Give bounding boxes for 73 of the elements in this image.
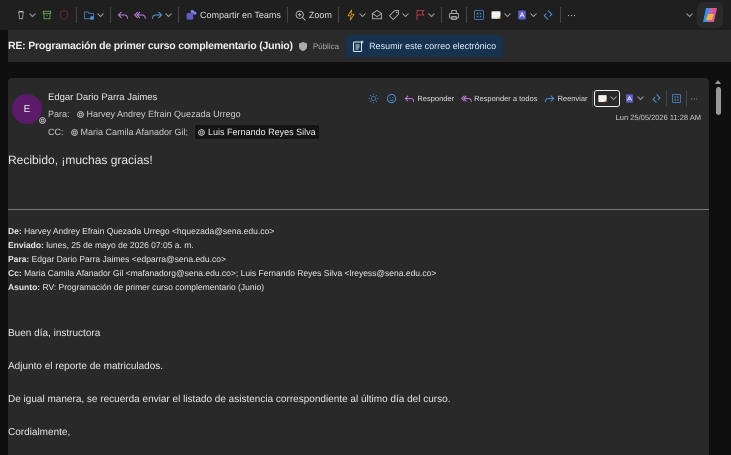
quoted-paragraph: Buen día, instructora [8, 328, 102, 339]
colorful-logo-icon[interactable] [701, 6, 719, 24]
scrollbar-thumb[interactable] [716, 87, 720, 115]
shield-icon [298, 42, 307, 50]
sensitivity-label: Pública [312, 42, 340, 50]
email-subject: RE: Programación de primer curso complementario (Junio) [8, 40, 293, 52]
teams-icon [185, 8, 198, 22]
caret-icon [428, 12, 435, 18]
sticky-note-button[interactable] [594, 90, 620, 107]
status-ring-icon [70, 128, 78, 136]
quoted-header-line: De: Harvey Andrey Efrain Quezada Urrego <hquezada@sena.edu.co> [8, 226, 276, 236]
status-ring-icon [198, 128, 206, 136]
tag-icon [388, 9, 400, 21]
caret-icon [610, 96, 616, 101]
zoom-button[interactable]: Zoom [292, 8, 333, 22]
sticky-note-icon [596, 93, 608, 104]
tag-button[interactable] [386, 8, 410, 22]
sun-icon [368, 93, 380, 104]
printer-icon [448, 9, 460, 21]
magnifier-icon [294, 8, 307, 22]
forward-arrow-icon [151, 9, 163, 21]
status-ring-icon [76, 110, 84, 118]
quoted-header-line: Cc: Maria Camila Afanador Gil <mafanadorg@sena.edu.co>; Luis Fernando Reyes Silva <lreyess@sena.edu.co> [8, 268, 438, 278]
document-sparkle-icon [352, 40, 364, 52]
caret-icon [358, 12, 366, 18]
share-teams-button[interactable]: Compartir en Teams [184, 8, 282, 22]
expand-button[interactable] [685, 12, 694, 18]
archive-icon [41, 9, 53, 21]
caret-icon [530, 12, 537, 18]
caret-icon [97, 12, 104, 18]
archive-button[interactable] [40, 8, 54, 22]
quoted-header-line: Para: Edgar Dario Parra Jaimes <edparra@sena.edu.co> [8, 254, 227, 264]
caret-icon [402, 12, 409, 18]
caret-icon [29, 12, 36, 18]
apps-grid-icon [670, 93, 682, 104]
reply-all-arrow-icon [461, 93, 472, 104]
cc-label: CC: [48, 127, 64, 137]
forward-arrow-icon [544, 93, 556, 104]
reply-all-arrow-icon [134, 9, 146, 21]
quoted-paragraph: Cordialmente, [8, 427, 72, 438]
sticky-note-icon [490, 9, 502, 21]
printer-button[interactable] [446, 8, 461, 22]
flag-icon [414, 9, 426, 21]
reply-arrow-icon [117, 9, 129, 21]
sender-name: Edgar Dario Parra Jaimes [48, 92, 158, 103]
envelope-icon [370, 9, 383, 21]
status-ring-icon [39, 117, 46, 124]
lightning-icon [344, 9, 357, 21]
avatar-initial: E [24, 104, 30, 114]
recipient-chip[interactable]: Luis Fernando Reyes Silva [195, 125, 319, 139]
quoted-header-line: Enviado: lunes, 25 de mayo de 2026 07:05 a. m. [8, 240, 195, 250]
caret-icon [686, 12, 693, 18]
scroll-up-icon [715, 80, 721, 84]
apps-grid-button[interactable] [472, 8, 486, 22]
quoted-paragraph: Adjunto el reporte de matriculados. [8, 361, 164, 372]
caret-icon [636, 96, 644, 101]
more-button[interactable]: ··· [566, 9, 577, 21]
recipient-chip[interactable]: Harvey Andrey Efrain Quezada Urrego [74, 107, 244, 121]
quoted-header-line: Asunto: RV: Programación de primer curso complementario (Junio) [8, 282, 266, 292]
recipient-chip[interactable]: Maria Camila Afanador Gil; [68, 125, 192, 139]
caret-icon [504, 12, 511, 18]
summarize-button[interactable]: Resumir este correo electrónico [345, 35, 504, 57]
quoted-paragraph: De igual manera, se recuerda enviar el listado de asistencia correspondiente al último día del curso. [8, 394, 452, 405]
envelope-button[interactable] [370, 8, 384, 22]
trash-icon [15, 9, 27, 21]
apps-grid-icon [472, 9, 485, 21]
caret-icon [165, 12, 172, 18]
smiley-icon [386, 93, 398, 104]
shield-icon [58, 9, 70, 21]
reply-arrow-icon [404, 93, 416, 104]
folder-icon [83, 9, 95, 21]
to-label: Para: [48, 109, 70, 119]
message-body: Recibido, ¡muchas gracias! [8, 153, 154, 167]
